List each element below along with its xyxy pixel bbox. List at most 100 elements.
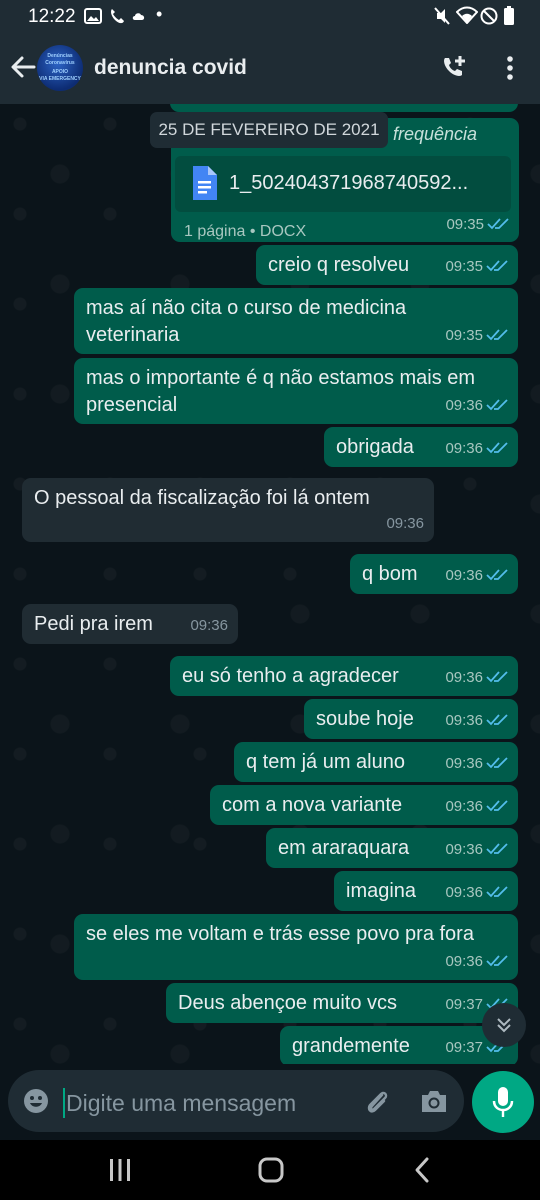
message-meta: 09:36 <box>445 879 508 906</box>
message-meta: 09:36 <box>445 435 508 462</box>
mute-icon <box>434 7 450 25</box>
back-arrow-icon[interactable] <box>8 52 38 82</box>
double-check-icon <box>486 442 508 454</box>
add-call-icon[interactable] <box>440 54 468 82</box>
message-time: 09:36 <box>190 617 228 634</box>
message-time: 09:36 <box>386 515 424 532</box>
incoming-message[interactable]: Pedi pra irem 09:36 <box>22 604 238 644</box>
message-text: se eles me voltam e trás esse povo pra f… <box>86 923 474 945</box>
double-check-icon <box>486 399 508 411</box>
double-check-icon <box>486 260 508 272</box>
cloud-icon <box>132 13 145 20</box>
text-caret <box>63 1088 65 1118</box>
double-check-icon <box>486 757 508 769</box>
partial-message-bubble <box>170 104 518 112</box>
message-meta: 09:36 <box>445 750 508 777</box>
outgoing-message[interactable]: em araraquara 09:36 <box>266 828 518 868</box>
message-time: 09:36 <box>445 712 483 729</box>
status-bar: 12:22 • <box>0 0 540 32</box>
incoming-message[interactable]: O pessoal da fiscalização foi lá ontem 0… <box>22 478 434 542</box>
message-time: 09:37 <box>445 1039 483 1056</box>
message-meta: 09:36 <box>445 392 508 419</box>
partial-message-text: frequência <box>393 124 478 144</box>
outgoing-message[interactable]: q bom 09:36 <box>350 554 518 594</box>
document-icon <box>193 166 217 200</box>
message-time: 09:35 <box>445 327 483 344</box>
message-input[interactable]: Digite uma mensagem <box>8 1070 464 1132</box>
outgoing-message[interactable]: creio q resolveu 09:35 <box>256 245 518 285</box>
message-text: O pessoal da fiscalização foi lá ontem <box>34 487 370 509</box>
outgoing-message[interactable]: mas o importante é q não estamos mais em… <box>74 358 518 424</box>
chat-header: Denúncias Coronavírus APOIO VIA EMERGENC… <box>0 32 540 104</box>
message-meta: 09:36 <box>445 948 508 975</box>
wifi-icon <box>456 6 478 24</box>
camera-icon[interactable] <box>419 1087 449 1115</box>
status-time: 12:22 <box>28 6 76 27</box>
message-time: 09:36 <box>445 953 483 970</box>
more-vert-icon[interactable] <box>500 54 520 82</box>
message-list[interactable]: frequência 1_502404371968740592... 1 pág… <box>0 104 540 1064</box>
notification-dot: • <box>156 4 163 24</box>
message-meta: 09:36 <box>445 836 508 863</box>
home-icon[interactable] <box>258 1156 284 1184</box>
message-meta: 09:35 <box>445 253 508 280</box>
document-file-name: 1_502404371968740592... <box>229 172 469 194</box>
message-time: 09:35 <box>446 216 484 233</box>
message-meta: 09:36 <box>445 562 508 589</box>
message-meta: 09:36 <box>386 510 424 537</box>
message-time: 09:36 <box>445 798 483 815</box>
outgoing-message[interactable]: com a nova variante 09:36 <box>210 785 518 825</box>
system-navigation-bar <box>0 1140 540 1200</box>
contact-avatar[interactable]: Denúncias Coronavírus APOIO VIA EMERGENC… <box>37 45 83 91</box>
message-meta: 09:36 <box>445 793 508 820</box>
battery-icon <box>504 6 514 25</box>
message-meta: 09:35 <box>446 211 509 238</box>
scroll-to-bottom-button[interactable] <box>482 1003 526 1047</box>
chevrons-down-icon <box>497 1018 511 1033</box>
message-meta: 09:36 <box>190 612 228 639</box>
outgoing-message[interactable]: obrigada 09:36 <box>324 427 518 467</box>
message-time: 09:36 <box>445 884 483 901</box>
double-check-icon <box>486 329 508 341</box>
chat-title[interactable]: denuncia covid <box>94 56 247 80</box>
microphone-icon <box>492 1087 514 1117</box>
gallery-icon <box>84 8 102 24</box>
message-time: 09:36 <box>445 669 483 686</box>
message-time: 09:36 <box>445 397 483 414</box>
emoji-icon[interactable] <box>22 1087 50 1115</box>
outgoing-message[interactable]: se eles me voltam e trás esse povo pra f… <box>74 914 518 980</box>
message-input-placeholder: Digite uma mensagem <box>66 1090 297 1116</box>
outgoing-message[interactable]: soube hoje 09:36 <box>304 699 518 739</box>
message-time: 09:36 <box>445 841 483 858</box>
outgoing-message[interactable]: Deus abençoe muito vcs 09:37 <box>166 983 518 1023</box>
message-meta: 09:36 <box>445 664 508 691</box>
message-time: 09:37 <box>445 996 483 1013</box>
do-not-disturb-icon <box>480 7 498 25</box>
double-check-icon <box>486 800 508 812</box>
document-info: 1 página • DOCX <box>184 223 307 240</box>
double-check-icon <box>486 671 508 683</box>
message-text: mas aí não cita o curso de medicina vete… <box>86 297 407 346</box>
outgoing-message[interactable]: imagina 09:36 <box>334 871 518 911</box>
outgoing-message[interactable]: eu só tenho a agradecer 09:36 <box>170 656 518 696</box>
message-text: mas o importante é q não estamos mais em… <box>86 367 476 416</box>
date-divider: 25 DE FEVEREIRO DE 2021 <box>150 112 388 148</box>
double-check-icon <box>487 218 509 230</box>
message-time: 09:36 <box>445 567 483 584</box>
voice-message-button[interactable] <box>472 1071 534 1133</box>
double-check-icon <box>486 886 508 898</box>
message-time: 09:35 <box>445 258 483 275</box>
compose-bar: Digite uma mensagem <box>0 1064 540 1140</box>
recent-apps-icon[interactable] <box>108 1156 132 1184</box>
message-time: 09:36 <box>445 755 483 772</box>
paperclip-icon[interactable] <box>362 1087 392 1117</box>
double-check-icon <box>486 569 508 581</box>
double-check-icon <box>486 955 508 967</box>
message-meta: 09:36 <box>445 707 508 734</box>
outgoing-message[interactable]: mas aí não cita o curso de medicina vete… <box>74 288 518 354</box>
document-attachment[interactable]: 1_502404371968740592... <box>175 156 511 212</box>
outgoing-message[interactable]: q tem já um aluno 09:36 <box>234 742 518 782</box>
message-meta: 09:35 <box>445 322 508 349</box>
back-nav-icon[interactable] <box>412 1156 432 1184</box>
double-check-icon <box>486 843 508 855</box>
